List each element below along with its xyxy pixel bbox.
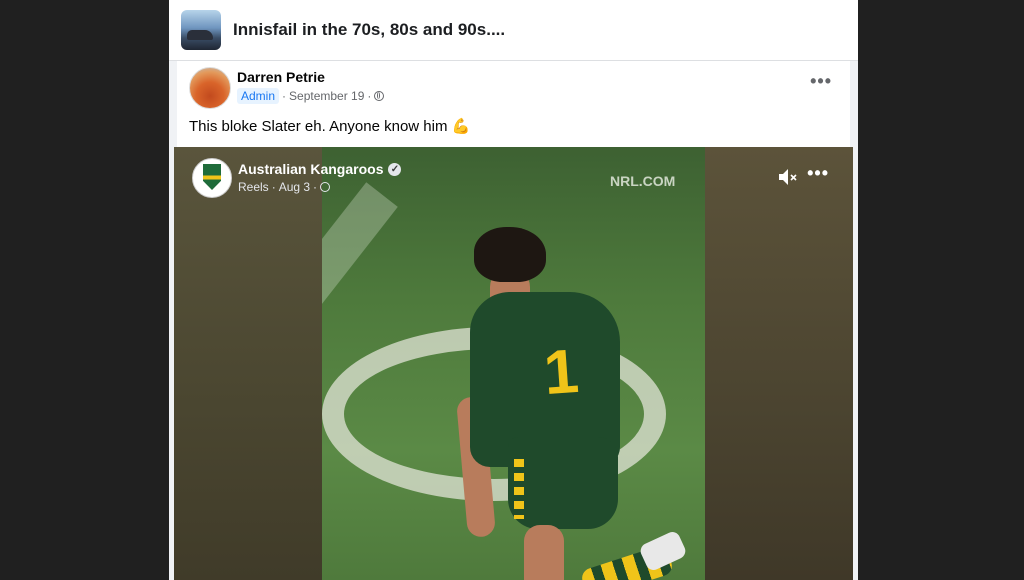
meta-separator: · [313,180,318,194]
player-leg [524,525,564,580]
post-text: This bloke Slater eh. Anyone know him 💪 [189,117,470,135]
author-name[interactable]: Darren Petrie [237,69,325,85]
reel-more-options-button[interactable]: ••• [807,163,829,184]
globe-icon [320,182,331,192]
reel-page-name-text[interactable]: Australian Kangaroos [238,161,383,177]
globe-icon [374,91,385,101]
jersey-number: 1 [541,336,581,409]
reel-type[interactable]: Reels [238,180,269,194]
post-more-options-button[interactable]: ••• [810,71,832,92]
muted-speaker-icon[interactable] [777,167,799,187]
group-title[interactable]: Innisfail in the 70s, 80s and 90s.... [233,20,505,40]
post-card: Darren Petrie Admin · September 19 · •••… [174,61,853,580]
kangaroos-logo-avatar[interactable] [192,158,232,198]
player-hair [474,227,546,282]
meta-separator: · [282,89,287,103]
flexed-biceps-icon: 💪 [451,118,471,135]
meta-separator: · [367,89,372,103]
reel-video[interactable]: 1 NRL.COM [322,147,705,580]
feed-page: Innisfail in the 70s, 80s and 90s.... Da… [169,0,858,580]
reel-blur-right [705,147,853,580]
group-header[interactable]: Innisfail in the 70s, 80s and 90s.... [169,0,858,61]
shorts-stripes [514,459,524,519]
reel-blur-left [174,147,322,580]
admin-badge[interactable]: Admin [237,88,280,104]
shared-reel[interactable]: 1 NRL.COM Australian Kangaroos ✓ Reels · [174,147,853,580]
author-avatar[interactable] [189,67,231,109]
nrl-watermark: NRL.COM [610,173,676,189]
post-text-body: This bloke Slater eh. Anyone know him [189,118,448,135]
reel-page-name[interactable]: Australian Kangaroos ✓ [238,161,402,177]
post-meta: Admin · September 19 · [237,88,385,104]
post-date[interactable]: September 19 [289,89,364,103]
verified-badge-icon: ✓ [388,162,402,176]
group-thumbnail[interactable] [181,10,221,50]
car-image [187,30,213,40]
player-shorts [508,437,618,529]
reel-meta: Reels · Aug 3 · [238,180,331,194]
rugby-player: 1 [455,227,688,580]
reel-date[interactable]: Aug 3 [279,180,310,194]
meta-separator: · [271,180,276,194]
kangaroos-shield-icon [203,164,221,190]
